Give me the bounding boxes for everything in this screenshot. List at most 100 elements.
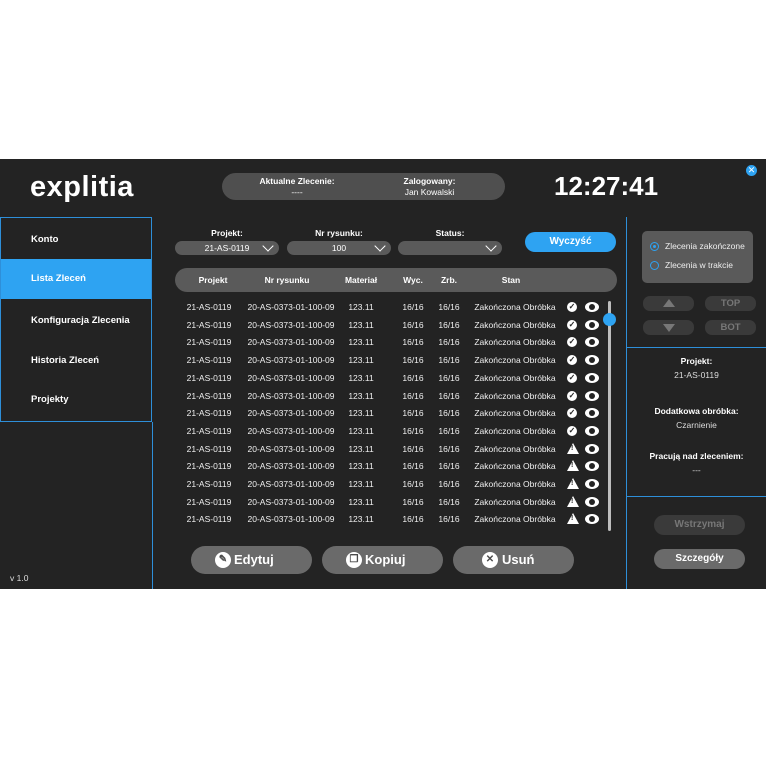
copy-button[interactable]: ❐ Kopiuj (322, 546, 443, 574)
bottom-button[interactable]: BOT (705, 320, 756, 335)
table-cell-state: Zakończona Obróbka (474, 337, 556, 348)
top-button[interactable]: TOP (705, 296, 756, 311)
edit-button[interactable]: ✎ Edytuj (191, 546, 312, 574)
eye-icon[interactable] (585, 319, 599, 330)
sidebar-item-account[interactable]: Konto (1, 220, 151, 260)
chevron-down-icon (262, 240, 274, 252)
table-cell-done: 16/16 (438, 372, 460, 383)
session-info-pill: Aktualne Zlecenie: ---- Zalogowany: Jan … (222, 173, 505, 200)
table-row[interactable]: 21-AS-0119 20-AS-0373-01-100-09 123.11 16/1… (175, 388, 605, 406)
detail-project-value: 21-AS-0119 (674, 370, 719, 380)
table-cell-cut: 16/16 (402, 496, 424, 507)
check-circle-icon: ✓ (567, 372, 577, 383)
column-header-state[interactable]: Stan (471, 268, 551, 292)
table-cell-material: 123.11 (348, 337, 374, 348)
project-filter-select[interactable]: 21-AS-0119 (175, 240, 279, 255)
table-cell-project: 21-AS-0119 (186, 390, 232, 401)
eye-icon[interactable] (585, 461, 599, 472)
table-row[interactable]: 21-AS-0119 20-AS-0373-01-100-09 123.11 16/1… (175, 334, 605, 352)
close-icon[interactable]: ✕ (746, 165, 757, 176)
drawing-filter-label: Nr rysunku: (315, 228, 363, 238)
eye-icon[interactable] (585, 479, 599, 489)
warning-icon: ! (567, 460, 579, 472)
eye-icon[interactable] (585, 514, 599, 525)
column-header-drawing[interactable]: Nr rysunku (243, 268, 331, 292)
check-circle-icon: ✓ (567, 355, 577, 366)
table-cell-state: Zakończona Obróbka (474, 479, 556, 489)
table-cell-cut: 16/16 (402, 390, 424, 401)
table-row[interactable]: 21-AS-0119 20-AS-0373-01-100-09 123.11 16/1… (175, 317, 605, 335)
table-cell-done: 16/16 (438, 355, 460, 366)
table-cell-material: 123.11 (348, 461, 374, 472)
table-cell-material: 123.11 (348, 496, 374, 507)
eye-icon[interactable] (585, 355, 599, 366)
column-header-done[interactable]: Zrb. (431, 268, 467, 292)
table-cell-material: 123.11 (348, 514, 374, 525)
drawing-filter-value: 100 (331, 243, 347, 253)
table-cell-project: 21-AS-0119 (186, 425, 232, 436)
sidebar-item-order-history[interactable]: Historia Zleceń (1, 341, 151, 381)
table-row[interactable]: 21-AS-0119 20-AS-0373-01-100-09 123.11 16/1… (175, 352, 605, 370)
sidebar-item-projects[interactable]: Projekty (1, 380, 151, 420)
table-cell-done: 16/16 (438, 319, 460, 330)
table-cell-material: 123.11 (348, 390, 374, 401)
table-cell-done: 16/16 (438, 479, 460, 489)
sidebar-item-order-config[interactable]: Konfiguracja Zlecenia (1, 301, 151, 341)
table-cell-material: 123.11 (348, 408, 374, 419)
eye-icon[interactable] (585, 496, 599, 507)
table-cell-state: Zakończona Obróbka (474, 514, 556, 525)
check-circle-icon: ✓ (567, 337, 577, 348)
check-circle-icon: ✓ (567, 319, 577, 330)
eye-icon[interactable] (585, 425, 599, 436)
delete-button[interactable]: ✕ Usuń (453, 546, 574, 574)
table-row[interactable]: 21-AS-0119 20-AS-0373-01-100-09 123.11 16/1… (175, 476, 605, 494)
clear-filters-button[interactable]: Wyczyść (525, 232, 616, 252)
table-row[interactable]: 21-AS-0119 20-AS-0373-01-100-09 123.11 16/1… (175, 458, 605, 476)
status-filter-label: Status: (435, 228, 465, 238)
eye-icon[interactable] (585, 302, 599, 312)
scrollbar-thumb[interactable] (603, 313, 616, 326)
table-cell-cut: 16/16 (402, 372, 424, 383)
column-header-material[interactable]: Materiał (331, 268, 391, 292)
delete-button-label: Usuń (502, 552, 535, 567)
check-circle-icon: ✓ (567, 408, 577, 419)
table-cell-done: 16/16 (438, 425, 460, 436)
project-filter-value: 21-AS-0119 (204, 243, 250, 253)
drawing-filter-select[interactable]: 100 (287, 240, 391, 255)
clock: 12:27:41 (554, 171, 659, 201)
eye-icon[interactable] (585, 337, 599, 348)
sidebar-item-order-list[interactable]: Lista Zleceń (1, 259, 151, 299)
details-button[interactable]: Szczegóły (654, 549, 745, 569)
eye-icon[interactable] (585, 408, 599, 419)
eye-icon[interactable] (585, 443, 599, 454)
table-row[interactable]: 21-AS-0119 20-AS-0373-01-100-09 123.11 16/1… (175, 299, 605, 317)
column-header-cut[interactable]: Wyc. (395, 268, 431, 292)
move-up-button[interactable] (643, 296, 694, 311)
table-cell-state: Zakończona Obróbka (474, 408, 556, 419)
table-cell-state: Zakończona Obróbka (474, 355, 556, 366)
scrollbar-track[interactable] (608, 301, 611, 531)
column-header-project[interactable]: Projekt (183, 268, 243, 292)
pause-button[interactable]: Wstrzymaj (654, 515, 745, 535)
table-row[interactable]: 21-AS-0119 20-AS-0373-01-100-09 123.11 16/1… (175, 494, 605, 512)
divider (627, 496, 766, 497)
eye-icon[interactable] (585, 372, 599, 383)
table-cell-done: 16/16 (438, 408, 460, 419)
radio-unselected-icon (650, 261, 659, 270)
divider (627, 347, 766, 348)
table-cell-done: 16/16 (438, 461, 460, 472)
table-row[interactable]: 21-AS-0119 20-AS-0373-01-100-09 123.11 16/1… (175, 405, 605, 423)
table-row[interactable]: 21-AS-0119 20-AS-0373-01-100-09 123.11 16/1… (175, 370, 605, 388)
detail-workers-label: Pracują nad zleceniem: (649, 451, 744, 461)
table-row[interactable]: 21-AS-0119 20-AS-0373-01-100-09 123.11 16/1… (175, 441, 605, 459)
table-cell-project: 21-AS-0119 (186, 302, 232, 312)
detail-project-label: Projekt: (680, 356, 713, 366)
table-row[interactable]: 21-AS-0119 20-AS-0373-01-100-09 123.11 16/1… (175, 511, 605, 529)
table-row[interactable]: 21-AS-0119 20-AS-0373-01-100-09 123.11 16/1… (175, 423, 605, 441)
arrow-up-icon (663, 299, 675, 307)
eye-icon[interactable] (585, 390, 599, 401)
move-down-button[interactable] (643, 320, 694, 335)
table-cell-project: 21-AS-0119 (186, 496, 232, 507)
chevron-down-icon (485, 240, 497, 252)
status-filter-select[interactable] (398, 240, 502, 255)
